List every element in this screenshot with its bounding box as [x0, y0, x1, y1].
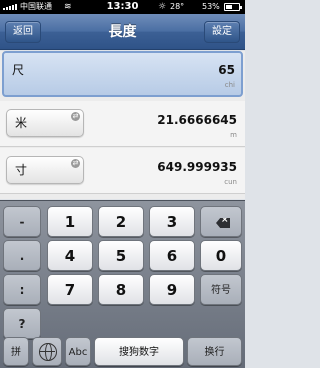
sogou-digits-button[interactable]: 搜狗数字: [94, 337, 184, 366]
temperature: 28°: [170, 2, 185, 11]
return-button[interactable]: 换行: [187, 337, 242, 366]
unit-label: 尺: [12, 63, 25, 77]
unit-row-cun[interactable]: 寸 ⇄ 649.999935 cun: [0, 148, 245, 194]
battery-icon: [224, 3, 242, 11]
unit-button[interactable]: 米 ⇄: [6, 109, 84, 137]
unit-list: 尺 65 chi 米 ⇄ 21.6666645 m 寸 ⇄ 649.999935…: [0, 51, 245, 199]
globe-icon: [39, 343, 57, 361]
globe-button[interactable]: [32, 337, 62, 366]
key-dot[interactable]: .: [3, 240, 41, 271]
unit-button[interactable]: 寸 ⇄: [6, 156, 84, 184]
pinyin-button[interactable]: 拼: [3, 337, 29, 366]
unit-abbreviation: chi: [224, 81, 235, 89]
key-question[interactable]: ?: [3, 308, 41, 339]
unit-label: 寸: [15, 163, 28, 177]
key-2[interactable]: 2: [98, 206, 144, 237]
unit-value: 21.6666645: [157, 113, 237, 127]
key-3[interactable]: 3: [149, 206, 195, 237]
numeric-keyboard: - . : ? 1 2 3 4 5 6 0 7 8 9 符号 拼 Abc 搜狗数…: [0, 200, 245, 368]
unit-value: 65: [218, 63, 235, 77]
swap-icon: ⇄: [71, 112, 80, 121]
key-4[interactable]: 4: [47, 240, 93, 271]
unit-row-chi[interactable]: 尺 65 chi: [2, 51, 243, 97]
settings-button[interactable]: 設定: [204, 21, 240, 43]
key-8[interactable]: 8: [98, 274, 144, 305]
key-7[interactable]: 7: [47, 274, 93, 305]
navigation-bar: 長度 返回 設定: [0, 14, 245, 50]
delete-button[interactable]: [200, 206, 242, 237]
key-1[interactable]: 1: [47, 206, 93, 237]
key-minus[interactable]: -: [3, 206, 41, 237]
key-9[interactable]: 9: [149, 274, 195, 305]
back-button[interactable]: 返回: [5, 21, 41, 43]
symbols-button[interactable]: 符号: [200, 274, 242, 305]
status-bar: 中国联通 ≋ 13:30 ☼ 28° 53%: [0, 0, 245, 14]
key-0[interactable]: 0: [200, 240, 242, 271]
key-6[interactable]: 6: [149, 240, 195, 271]
battery-percent: 53%: [202, 2, 220, 11]
unit-abbreviation: m: [230, 131, 237, 139]
swap-icon: ⇄: [71, 159, 80, 168]
unit-label: 米: [15, 116, 28, 130]
unit-abbreviation: cun: [224, 178, 237, 186]
backspace-icon: [216, 218, 230, 228]
sun-icon: ☼: [158, 2, 167, 12]
unit-value: 649.999935: [157, 160, 237, 174]
key-5[interactable]: 5: [98, 240, 144, 271]
unit-row-m[interactable]: 米 ⇄ 21.6666645 m: [0, 101, 245, 147]
key-colon[interactable]: :: [3, 274, 41, 305]
abc-button[interactable]: Abc: [65, 337, 91, 366]
